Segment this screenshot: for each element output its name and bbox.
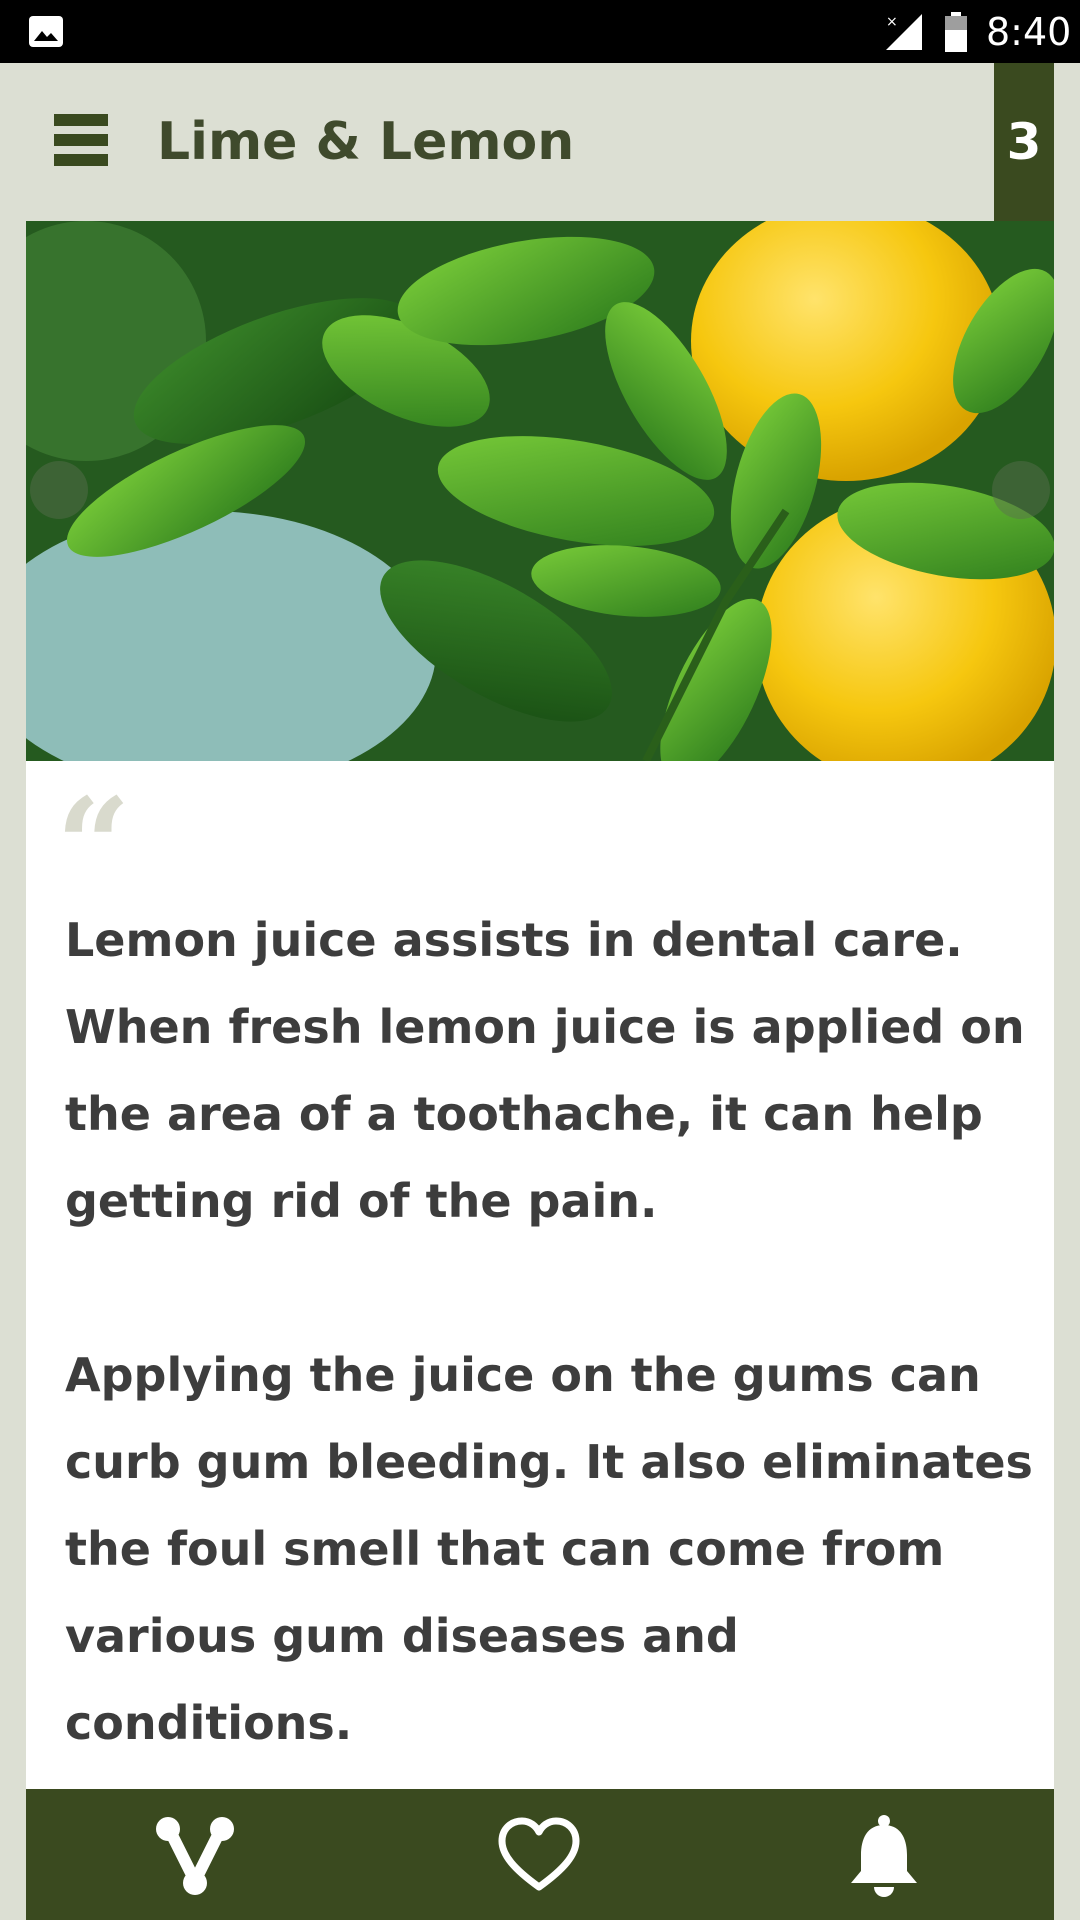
status-bar: × 8:40 xyxy=(0,0,1080,63)
quote-icon: “ xyxy=(56,769,131,922)
app-bar: Lime & Lemon xyxy=(0,63,1080,221)
clock: 8:40 xyxy=(986,10,1072,54)
signal-icon: × xyxy=(886,14,922,50)
page-title: Lime & Lemon xyxy=(157,112,575,172)
share-icon[interactable] xyxy=(150,1811,240,1901)
tip-paragraph: Applying the juice on the gums can curb … xyxy=(65,1348,1033,1750)
bell-icon[interactable] xyxy=(839,1811,929,1901)
tip-card: “ Lemon juice assists in dental care. Wh… xyxy=(26,761,1054,1789)
bottom-nav xyxy=(26,1789,1054,1920)
chevron-right-icon[interactable] xyxy=(992,461,1050,519)
chevron-left-icon[interactable] xyxy=(30,461,88,519)
page-number-badge: 3 xyxy=(994,63,1054,221)
hamburger-menu-icon[interactable] xyxy=(54,114,108,166)
svg-text:×: × xyxy=(886,14,898,30)
lemon-tree-image xyxy=(26,221,1054,761)
hero-illustration xyxy=(26,221,1054,761)
battery-icon xyxy=(945,12,967,52)
heart-icon[interactable] xyxy=(494,1811,584,1901)
tip-paragraph: Lemon juice assists in dental care. When… xyxy=(65,913,1025,1228)
image-notification-icon xyxy=(29,16,63,47)
